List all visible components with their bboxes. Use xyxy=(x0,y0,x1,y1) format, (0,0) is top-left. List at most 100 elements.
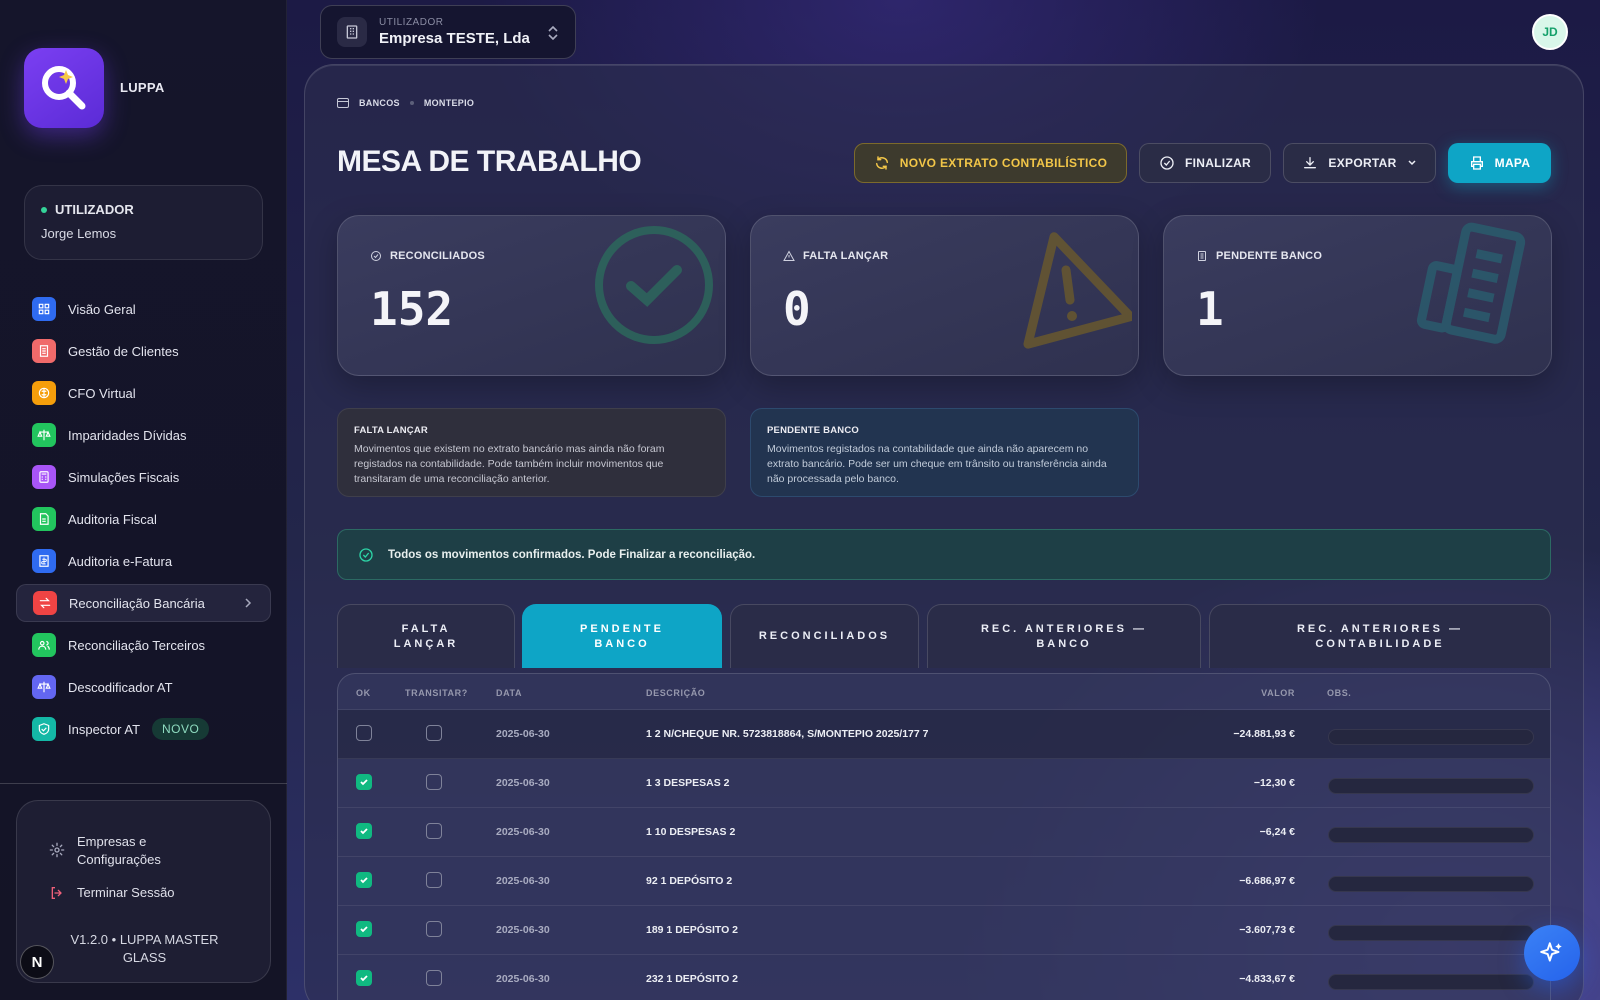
ok-checkbox[interactable] xyxy=(356,872,372,888)
app-logo[interactable] xyxy=(24,48,104,128)
app-name: LUPPA xyxy=(120,80,165,95)
sidebar-item-reconciliacao-terceiros[interactable]: Reconciliação Terceiros xyxy=(16,626,271,664)
note-title: FALTA LANÇAR xyxy=(354,425,428,436)
row-description: 1 3 DESPESAS 2 xyxy=(646,777,730,789)
ok-checkbox[interactable] xyxy=(356,823,372,839)
ai-assistant-button[interactable] xyxy=(1524,925,1580,981)
sidebar-divider xyxy=(0,783,287,784)
chevron-down-icon xyxy=(1408,160,1416,166)
table-row[interactable]: 2025-06-30 1 10 DESPESAS 2 −6,24 € xyxy=(338,808,1550,857)
breadcrumb-separator xyxy=(409,101,414,105)
company-selector[interactable]: UTILIZADOR Empresa TESTE, Lda xyxy=(320,5,576,59)
sidebar-item-label: CFO Virtual xyxy=(68,385,136,401)
tab-label-line2: BANCO xyxy=(1036,637,1092,650)
transitar-checkbox[interactable] xyxy=(426,921,442,937)
export-button[interactable]: EXPORTAR xyxy=(1283,143,1436,183)
building-decor-icon xyxy=(1416,222,1526,344)
alert-text: Todos os movimentos confirmados. Pode Fi… xyxy=(388,548,756,561)
breadcrumb-item-montepio[interactable]: MONTEPIO xyxy=(424,98,474,108)
table-row[interactable]: 2025-06-30 92 1 DEPÓSITO 2 −6.686,97 € xyxy=(338,857,1550,906)
logout-link[interactable]: Terminar Sessão xyxy=(49,884,175,902)
tab-rec-anteriores-banco[interactable]: REC. ANTERIORES — BANCO xyxy=(927,604,1201,668)
stat-value: 0 xyxy=(783,282,811,336)
table-row[interactable]: 2025-06-30 232 1 DEPÓSITO 2 −4.833,67 € xyxy=(338,955,1550,1000)
obs-input[interactable] xyxy=(1328,876,1534,892)
stat-label-row: PENDENTE BANCO xyxy=(1196,250,1322,262)
sidebar-item-auditoria-fiscal[interactable]: Auditoria Fiscal xyxy=(16,500,271,538)
avatar[interactable]: JD xyxy=(1532,14,1568,50)
ok-checkbox[interactable] xyxy=(356,921,372,937)
sidebar-item-descodificador-at[interactable]: Descodificador AT xyxy=(16,668,271,706)
sidebar-item-cfo-virtual[interactable]: CFO Virtual xyxy=(16,374,271,412)
row-value: −4.833,67 € xyxy=(1239,973,1295,985)
transitar-checkbox[interactable] xyxy=(426,725,442,741)
sidebar-item-label: Auditoria Fiscal xyxy=(68,511,157,527)
row-date: 2025-06-30 xyxy=(496,875,550,887)
tab-rec-anteriores-contabilidade[interactable]: REC. ANTERIORES — CONTABILIDADE xyxy=(1209,604,1551,668)
map-button[interactable]: MAPA xyxy=(1448,143,1551,183)
new-badge: NOVO xyxy=(152,718,210,740)
breadcrumb: BANCOS MONTEPIO xyxy=(337,98,474,108)
transitar-checkbox[interactable] xyxy=(426,823,442,839)
sidebar-item-imparidades-dividas[interactable]: Imparidades Dívidas xyxy=(16,416,271,454)
sidebar-item-label: Descodificador AT xyxy=(68,679,173,695)
row-value: −6.686,97 € xyxy=(1239,875,1295,887)
sidebar-item-label: Reconciliação Terceiros xyxy=(68,637,206,653)
table-row[interactable]: 2025-06-30 1 3 DESPESAS 2 −12,30 € xyxy=(338,759,1550,808)
finalize-button[interactable]: FINALIZAR xyxy=(1139,143,1271,183)
col-header-ok: OK xyxy=(356,688,371,698)
chevron-updown-icon xyxy=(548,26,558,40)
row-value: −3.607,73 € xyxy=(1239,924,1295,936)
checkmark-icon xyxy=(360,975,368,982)
settings-label-line2: Configurações xyxy=(77,852,161,867)
user-name: Jorge Lemos xyxy=(41,226,117,241)
sidebar-item-visao-geral[interactable]: Visão Geral xyxy=(16,290,271,328)
n-button[interactable]: N xyxy=(20,945,54,979)
sidebar-item-simulacoes-fiscais[interactable]: Simulações Fiscais xyxy=(16,458,271,496)
breadcrumb-item-bancos[interactable]: BANCOS xyxy=(359,98,400,108)
check-circle-decor-icon xyxy=(595,226,713,344)
stat-card-reconciliados[interactable]: RECONCILIADOS 152 xyxy=(337,215,726,376)
obs-input[interactable] xyxy=(1328,729,1534,745)
stat-card-falta-lancar[interactable]: FALTA LANÇAR 0 xyxy=(750,215,1139,376)
obs-input[interactable] xyxy=(1328,827,1534,843)
obs-input[interactable] xyxy=(1328,778,1534,794)
page-title: MESA DE TRABALHO xyxy=(337,145,642,178)
tab-pendente-banco[interactable]: PENDENTE BANCO xyxy=(522,604,722,668)
sidebar-item-auditoria-e-fatura[interactable]: Auditoria e-Fatura xyxy=(16,542,271,580)
document-icon xyxy=(32,507,56,531)
ok-checkbox[interactable] xyxy=(356,970,372,986)
settings-link[interactable]: Empresas e Configurações xyxy=(49,833,161,869)
logout-label: Terminar Sessão xyxy=(77,885,175,900)
tab-falta-lancar[interactable]: FALTA LANÇAR xyxy=(337,604,515,668)
sidebar-nav: Visão Geral Gestão de Clientes CFO Virtual… xyxy=(16,290,271,752)
table-row[interactable]: 2025-06-30 189 1 DEPÓSITO 2 −3.607,73 € xyxy=(338,906,1550,955)
transitar-checkbox[interactable] xyxy=(426,774,442,790)
sidebar-item-inspector-at[interactable]: Inspector AT NOVO xyxy=(16,710,271,748)
obs-input[interactable] xyxy=(1328,925,1534,941)
tab-reconciliados[interactable]: RECONCILIADOS xyxy=(730,604,919,668)
user-card[interactable]: UTILIZADOR Jorge Lemos xyxy=(24,185,263,260)
col-header-obs: OBS. xyxy=(1327,688,1352,698)
transitar-checkbox[interactable] xyxy=(426,872,442,888)
tab-label-line1: REC. ANTERIORES — xyxy=(1296,622,1464,635)
sidebar: LUPPA UTILIZADOR Jorge Lemos Visão Geral… xyxy=(0,0,287,1000)
warning-icon xyxy=(783,250,795,261)
obs-input[interactable] xyxy=(1328,974,1534,990)
new-statement-button[interactable]: NOVO EXTRATO CONTABILÍSTICO xyxy=(854,143,1127,183)
note-title: PENDENTE BANCO xyxy=(767,425,860,436)
gear-icon xyxy=(49,842,65,858)
ok-checkbox[interactable] xyxy=(356,774,372,790)
row-value: −6,24 € xyxy=(1259,826,1295,838)
sidebar-item-gestao-de-clientes[interactable]: Gestão de Clientes xyxy=(16,332,271,370)
ok-checkbox[interactable] xyxy=(356,725,372,741)
check-circle-icon xyxy=(359,547,373,562)
settings-label: Empresas e Configurações xyxy=(77,833,161,869)
table-row[interactable]: 2025-06-30 1 2 N/CHEQUE NR. 5723818864, S… xyxy=(338,710,1550,759)
finalize-label: FINALIZAR xyxy=(1184,156,1252,170)
transitar-checkbox[interactable] xyxy=(426,970,442,986)
row-date: 2025-06-30 xyxy=(496,826,550,838)
stat-card-pendente-banco[interactable]: PENDENTE BANCO 1 xyxy=(1163,215,1552,376)
sidebar-item-reconciliacao-bancaria[interactable]: Reconciliação Bancária xyxy=(16,584,271,622)
card-icon xyxy=(337,98,349,108)
